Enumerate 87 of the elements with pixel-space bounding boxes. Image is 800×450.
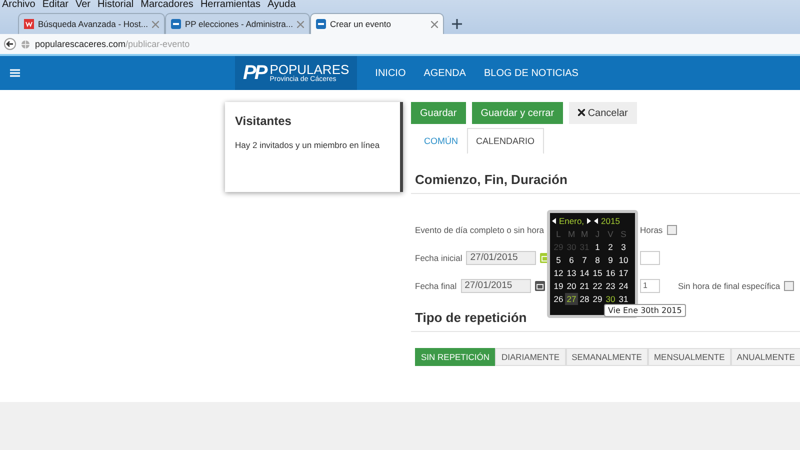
year-label[interactable]: 2015 xyxy=(601,216,620,226)
card-text: Hay 2 invitados y un miembro en línea xyxy=(235,140,381,150)
form-tab[interactable]: CALENDARIO xyxy=(467,128,544,154)
menu-item[interactable]: Editar xyxy=(42,0,68,10)
cancel-button[interactable]: Cancelar xyxy=(569,102,637,124)
menu-item[interactable]: Herramientas xyxy=(200,0,260,10)
date-field[interactable]: 27/01/2015 xyxy=(460,279,531,293)
time-field[interactable]: 1 xyxy=(640,279,660,293)
repeat-option[interactable]: ANUALMENTE xyxy=(730,348,800,366)
nav-link[interactable]: BLOG DE NOTICIAS xyxy=(484,68,578,78)
nav-link[interactable]: AGENDA xyxy=(424,68,466,78)
calendar-day[interactable]: 1 xyxy=(591,241,604,253)
section-heading: Comienzo, Fin, Duración xyxy=(411,154,800,194)
repeat-option[interactable]: MENSUALMENTE xyxy=(648,348,731,366)
date-field[interactable]: 27/01/2015 xyxy=(466,251,536,265)
weekday-label: V xyxy=(606,228,614,240)
calendar-day[interactable]: 27 xyxy=(565,293,578,305)
menu-item[interactable]: Historial xyxy=(98,0,134,10)
save-button[interactable]: Guardar xyxy=(411,102,466,124)
close-icon xyxy=(578,108,586,116)
time-field[interactable] xyxy=(640,251,660,265)
calendar-icon[interactable] xyxy=(534,281,545,291)
calendar-day[interactable]: 23 xyxy=(604,280,617,292)
previous-icon[interactable] xyxy=(594,218,598,224)
field-label: Horas xyxy=(640,225,663,235)
field-label: Fecha final xyxy=(415,281,457,291)
menu-item[interactable]: Archivo xyxy=(2,0,36,10)
form-tab[interactable]: COMÚN xyxy=(415,128,467,154)
calendar-day[interactable]: 24 xyxy=(617,280,630,292)
calendar-day[interactable]: 3 xyxy=(617,241,630,253)
month-label[interactable]: Enero, xyxy=(559,216,584,226)
site-icon xyxy=(24,19,34,29)
calendar-day[interactable]: 21 xyxy=(578,280,591,292)
weekday-label: M xyxy=(580,228,590,240)
checkbox[interactable] xyxy=(666,225,677,235)
menu-item[interactable]: Ayuda xyxy=(267,0,296,10)
card-title: Visitantes xyxy=(235,114,292,128)
repeat-option[interactable]: DIARIAMENTE xyxy=(495,348,566,366)
previous-icon[interactable] xyxy=(552,218,556,224)
calendar-day[interactable]: 5 xyxy=(552,254,565,266)
calendar-day[interactable]: 2 xyxy=(604,241,617,253)
calendar-day[interactable]: 6 xyxy=(565,254,578,266)
weekday-label: S xyxy=(620,228,628,240)
field-label: Evento de día completo o sin hora xyxy=(415,225,544,235)
site-icon xyxy=(170,19,181,29)
globe-icon xyxy=(21,40,30,48)
calendar-day[interactable]: 10 xyxy=(617,254,630,266)
calendar-day[interactable]: 12 xyxy=(552,267,565,279)
back-icon[interactable] xyxy=(4,38,16,50)
menu-item[interactable]: Marcadores xyxy=(140,0,194,10)
calendar-day[interactable]: 13 xyxy=(565,267,578,279)
calendar-day[interactable]: 7 xyxy=(578,254,591,266)
save-button[interactable]: Guardar y cerrar xyxy=(472,102,564,124)
browser-tab[interactable]: PP elecciones - Administra... xyxy=(164,13,310,34)
field-label: Sin hora de final específica xyxy=(678,281,780,291)
weekday-label: L xyxy=(555,228,562,240)
calendar-day[interactable]: 19 xyxy=(552,280,565,292)
checkbox[interactable] xyxy=(784,281,794,291)
menu-item[interactable]: Ver xyxy=(75,0,90,10)
browser-tab[interactable]: Crear un evento xyxy=(310,13,444,34)
calendar-day[interactable]: 30 xyxy=(604,293,617,305)
calendar-day[interactable]: 22 xyxy=(591,280,604,292)
browser-tab[interactable]: Búsqueda Avanzada - Host... xyxy=(18,13,165,34)
calendar-day[interactable]: 29 xyxy=(591,293,604,305)
new-tab-icon[interactable] xyxy=(452,19,462,29)
site-icon xyxy=(316,19,326,29)
weekday-label: M xyxy=(566,228,576,240)
close-icon[interactable] xyxy=(430,20,438,28)
calendar-day[interactable]: 8 xyxy=(591,254,604,266)
next-icon[interactable] xyxy=(587,218,592,224)
nav-link[interactable]: INICIO xyxy=(375,68,406,78)
calendar-day[interactable]: 28 xyxy=(578,293,591,305)
calendar-day[interactable]: 20 xyxy=(565,280,578,292)
repeat-option[interactable]: SIN REPETICIÓN xyxy=(415,348,496,366)
calendar-day[interactable]: 26 xyxy=(552,293,565,305)
calendar-day[interactable]: 15 xyxy=(591,267,604,279)
calendar-day[interactable]: 31 xyxy=(617,293,630,305)
menu-icon[interactable] xyxy=(10,69,20,77)
calendar-day[interactable]: 14 xyxy=(578,267,591,279)
weekday-label: J xyxy=(594,228,601,240)
calendar-day[interactable]: 9 xyxy=(604,254,617,266)
calendar-day[interactable]: 16 xyxy=(604,267,617,279)
calendar-day[interactable]: 17 xyxy=(617,267,630,279)
field-label: Fecha inicial xyxy=(415,253,462,263)
repeat-option[interactable]: SEMANALMENTE xyxy=(566,348,648,366)
address-field[interactable]: popularescaceres.com/publicar-evento xyxy=(35,39,190,49)
tooltip: Vie Ene 30th 2015 xyxy=(604,304,686,317)
